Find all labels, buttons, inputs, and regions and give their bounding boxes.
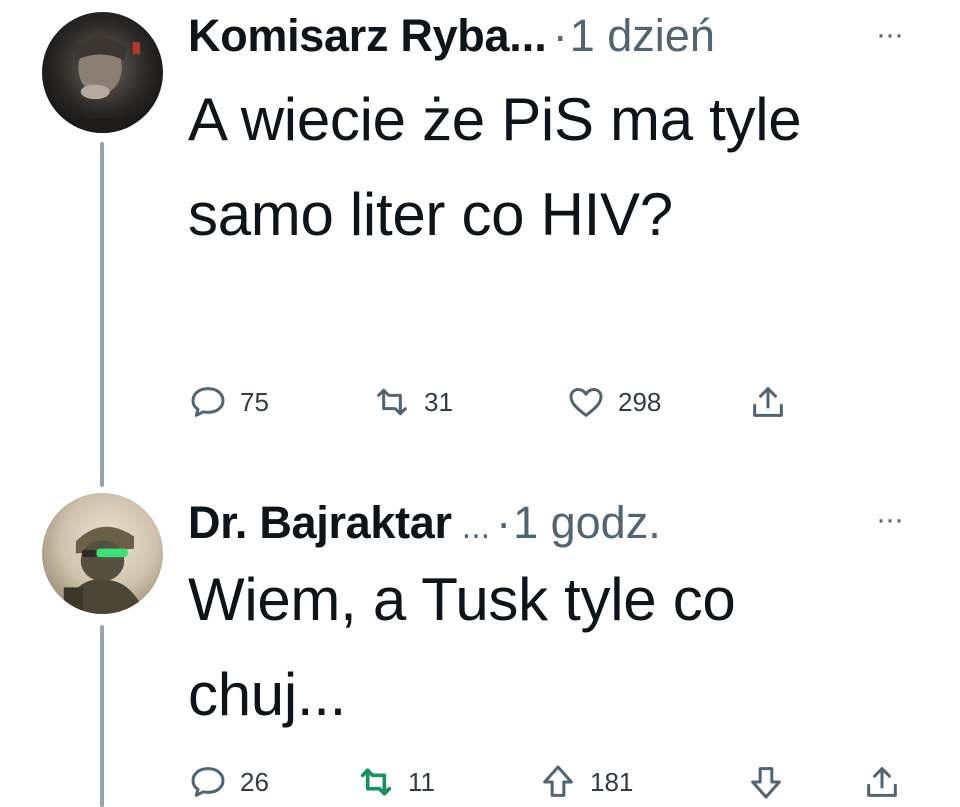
- reply-button[interactable]: 75: [188, 382, 269, 422]
- thread-connector-line: [100, 142, 104, 487]
- share-upload-icon: [753, 387, 783, 417]
- more-options-icon[interactable]: ···: [876, 20, 904, 50]
- tweet-actions: 75 31 298: [0, 382, 960, 432]
- upvote-button[interactable]: 181: [538, 762, 633, 802]
- retweet-arrows-icon: [377, 388, 407, 416]
- retweet-button[interactable]: 31: [372, 382, 453, 422]
- downvote-button[interactable]: [746, 762, 786, 802]
- speech-bubble-icon: [191, 387, 225, 417]
- like-count: 298: [618, 386, 662, 417]
- share-button[interactable]: [748, 382, 788, 422]
- author-name[interactable]: Komisarz Ryba: [188, 10, 510, 62]
- tweet-text: A wiecie że PiS ma tyle samo liter co HI…: [188, 86, 802, 248]
- upvote-count: 181: [590, 766, 634, 797]
- retweet-count: 31: [424, 386, 453, 417]
- name-truncation: ...: [461, 508, 491, 546]
- speech-bubble-icon: [191, 767, 225, 797]
- more-options-icon[interactable]: ···: [876, 505, 904, 535]
- reply-count: 26: [240, 766, 269, 797]
- separator-dot: ·: [552, 10, 568, 61]
- up-arrow-icon: [543, 765, 573, 797]
- share-button[interactable]: [862, 762, 902, 802]
- retweet-arrows-icon: [360, 768, 392, 796]
- tweet-timestamp[interactable]: 1 dzień: [570, 10, 715, 62]
- heart-icon: [569, 388, 603, 417]
- avatar-photo: [42, 493, 163, 614]
- like-button[interactable]: 298: [566, 382, 661, 422]
- tweet-thread: Komisarz Ryba ... · 1 dzień ··· A wiecie…: [0, 0, 960, 807]
- author-name[interactable]: Dr. Bajraktar: [188, 497, 452, 549]
- down-arrow-icon: [751, 767, 781, 799]
- avatar-photo: [42, 12, 163, 133]
- avatar[interactable]: [42, 493, 163, 614]
- tweet-header: Komisarz Ryba ... · 1 dzień: [188, 10, 715, 62]
- retweet-count: 11: [408, 766, 435, 797]
- separator-dot: ·: [496, 497, 512, 548]
- avatar[interactable]: [42, 12, 163, 133]
- share-upload-icon: [867, 767, 897, 797]
- tweet-header: Dr. Bajraktar ... · 1 godz.: [188, 497, 661, 549]
- tweet-timestamp[interactable]: 1 godz.: [513, 497, 661, 549]
- tweet-text: Wiem, a Tusk tyle co chuj...: [188, 566, 736, 728]
- retweet-button[interactable]: 11: [356, 762, 435, 802]
- tweet-actions: 26 11 181: [0, 762, 960, 807]
- reply-count: 75: [240, 386, 269, 417]
- reply-button[interactable]: 26: [188, 762, 269, 802]
- name-truncation: ...: [509, 10, 547, 61]
